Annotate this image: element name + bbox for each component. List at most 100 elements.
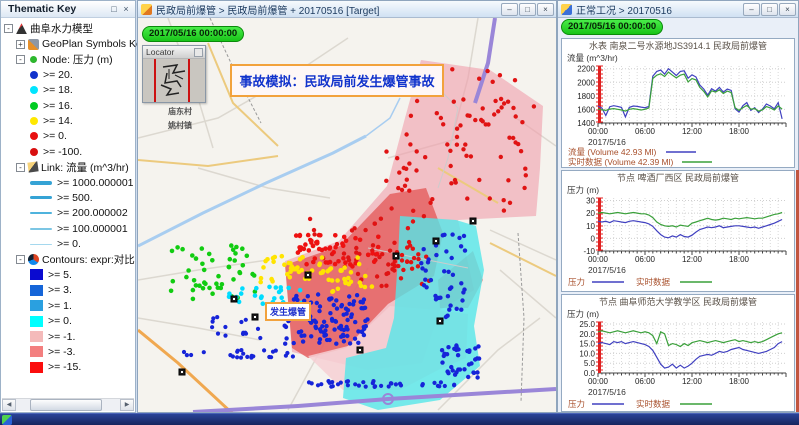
network-node[interactable] xyxy=(284,354,288,358)
network-node[interactable] xyxy=(520,120,524,124)
network-node[interactable] xyxy=(492,112,496,116)
network-node[interactable] xyxy=(316,292,320,296)
legend-item[interactable]: >= 3. xyxy=(4,283,135,298)
network-node[interactable] xyxy=(479,118,483,122)
network-node[interactable] xyxy=(315,301,319,305)
network-node[interactable] xyxy=(342,235,347,240)
network-node[interactable] xyxy=(320,248,325,253)
network-node[interactable] xyxy=(192,278,197,283)
network-node[interactable] xyxy=(288,275,293,280)
network-node[interactable] xyxy=(449,181,453,185)
network-node[interactable] xyxy=(214,281,219,286)
network-node[interactable] xyxy=(353,337,357,341)
chart-panel-flow[interactable]: 水表 南泉二号水源地JS3914.1 民政局前爆管流量 (m^3/hr)2200… xyxy=(561,38,795,168)
network-node[interactable] xyxy=(499,155,503,159)
network-node[interactable] xyxy=(442,269,446,273)
network-node[interactable] xyxy=(384,179,388,183)
network-node[interactable] xyxy=(271,260,276,265)
network-node[interactable] xyxy=(348,341,352,345)
network-node[interactable] xyxy=(469,154,473,158)
network-node[interactable] xyxy=(411,219,415,223)
network-node[interactable] xyxy=(299,334,303,338)
network-node[interactable] xyxy=(339,304,343,308)
network-node[interactable] xyxy=(450,256,454,260)
network-node[interactable] xyxy=(366,253,371,258)
network-node[interactable] xyxy=(357,384,361,388)
network-node[interactable] xyxy=(239,320,243,324)
legend-item[interactable]: >= -3. xyxy=(4,344,135,359)
network-node[interactable] xyxy=(261,265,266,270)
network-node[interactable] xyxy=(327,297,331,301)
network-node[interactable] xyxy=(516,142,520,146)
network-node[interactable] xyxy=(475,375,479,379)
map-window-titlebar[interactable]: 民政局前爆管 > 民政局前爆管 + 20170516 [Target] – □ … xyxy=(138,1,556,18)
network-node[interactable] xyxy=(405,178,409,182)
network-node[interactable] xyxy=(302,247,307,252)
network-node[interactable] xyxy=(215,315,219,319)
network-node[interactable] xyxy=(232,258,237,263)
network-node[interactable] xyxy=(445,142,449,146)
network-node[interactable] xyxy=(341,244,346,249)
network-node[interactable] xyxy=(283,324,287,328)
network-node[interactable] xyxy=(303,242,308,247)
network-node[interactable] xyxy=(400,258,404,262)
network-node[interactable] xyxy=(488,196,492,200)
network-node[interactable] xyxy=(411,247,415,251)
network-node[interactable] xyxy=(434,297,438,301)
network-node[interactable] xyxy=(270,279,275,284)
network-node[interactable] xyxy=(502,198,506,202)
network-node[interactable] xyxy=(502,101,506,105)
network-node[interactable] xyxy=(327,246,332,251)
network-node[interactable] xyxy=(456,353,460,357)
network-node[interactable] xyxy=(254,286,259,291)
network-node[interactable] xyxy=(235,355,239,359)
network-node[interactable] xyxy=(422,283,426,287)
network-node[interactable] xyxy=(293,266,298,271)
network-node[interactable] xyxy=(273,255,278,260)
network-node[interactable] xyxy=(446,294,450,298)
network-node[interactable] xyxy=(415,99,419,103)
network-node[interactable] xyxy=(282,262,287,267)
network-node[interactable] xyxy=(438,296,442,300)
network-node[interactable] xyxy=(336,382,340,386)
legend-item[interactable]: >= 20. xyxy=(4,67,135,82)
network-node[interactable] xyxy=(244,318,248,322)
network-node[interactable] xyxy=(523,167,527,171)
network-node[interactable] xyxy=(333,245,338,250)
network-node[interactable] xyxy=(386,271,390,275)
network-node[interactable] xyxy=(252,273,257,278)
network-node[interactable] xyxy=(245,355,249,359)
network-node[interactable] xyxy=(202,268,207,273)
network-node[interactable] xyxy=(360,330,364,334)
network-node[interactable] xyxy=(322,320,326,324)
network-node[interactable] xyxy=(408,142,412,146)
network-node[interactable] xyxy=(387,384,391,388)
network-node[interactable] xyxy=(463,142,467,146)
network-node[interactable] xyxy=(317,263,322,268)
network-node[interactable] xyxy=(426,260,430,264)
collapse-icon[interactable]: - xyxy=(4,24,13,33)
network-node[interactable] xyxy=(371,243,375,247)
network-node[interactable] xyxy=(316,383,320,387)
network-node[interactable] xyxy=(411,209,415,213)
network-node[interactable] xyxy=(416,252,420,256)
map-area[interactable]: 庙东村姚村镇 2017/05/16 00:00:00 事故模拟：民政局前发生爆管… xyxy=(138,18,556,412)
network-node[interactable] xyxy=(200,262,205,267)
network-node[interactable] xyxy=(423,155,427,159)
network-node[interactable] xyxy=(361,300,365,304)
network-node[interactable] xyxy=(356,341,360,345)
network-node[interactable] xyxy=(235,350,239,354)
network-node[interactable] xyxy=(298,257,303,262)
network-node[interactable] xyxy=(356,272,360,276)
network-node[interactable] xyxy=(186,268,191,273)
network-node[interactable] xyxy=(465,349,469,353)
minimize-button[interactable]: – xyxy=(743,3,760,16)
network-node[interactable] xyxy=(356,329,360,333)
network-node[interactable] xyxy=(309,239,314,244)
network-node[interactable] xyxy=(422,247,426,251)
horizontal-scrollbar[interactable]: ◀ ▶ xyxy=(2,398,134,411)
network-node[interactable] xyxy=(318,327,322,331)
network-node[interactable] xyxy=(345,334,349,338)
network-node[interactable] xyxy=(405,259,409,263)
network-node[interactable] xyxy=(407,189,411,193)
